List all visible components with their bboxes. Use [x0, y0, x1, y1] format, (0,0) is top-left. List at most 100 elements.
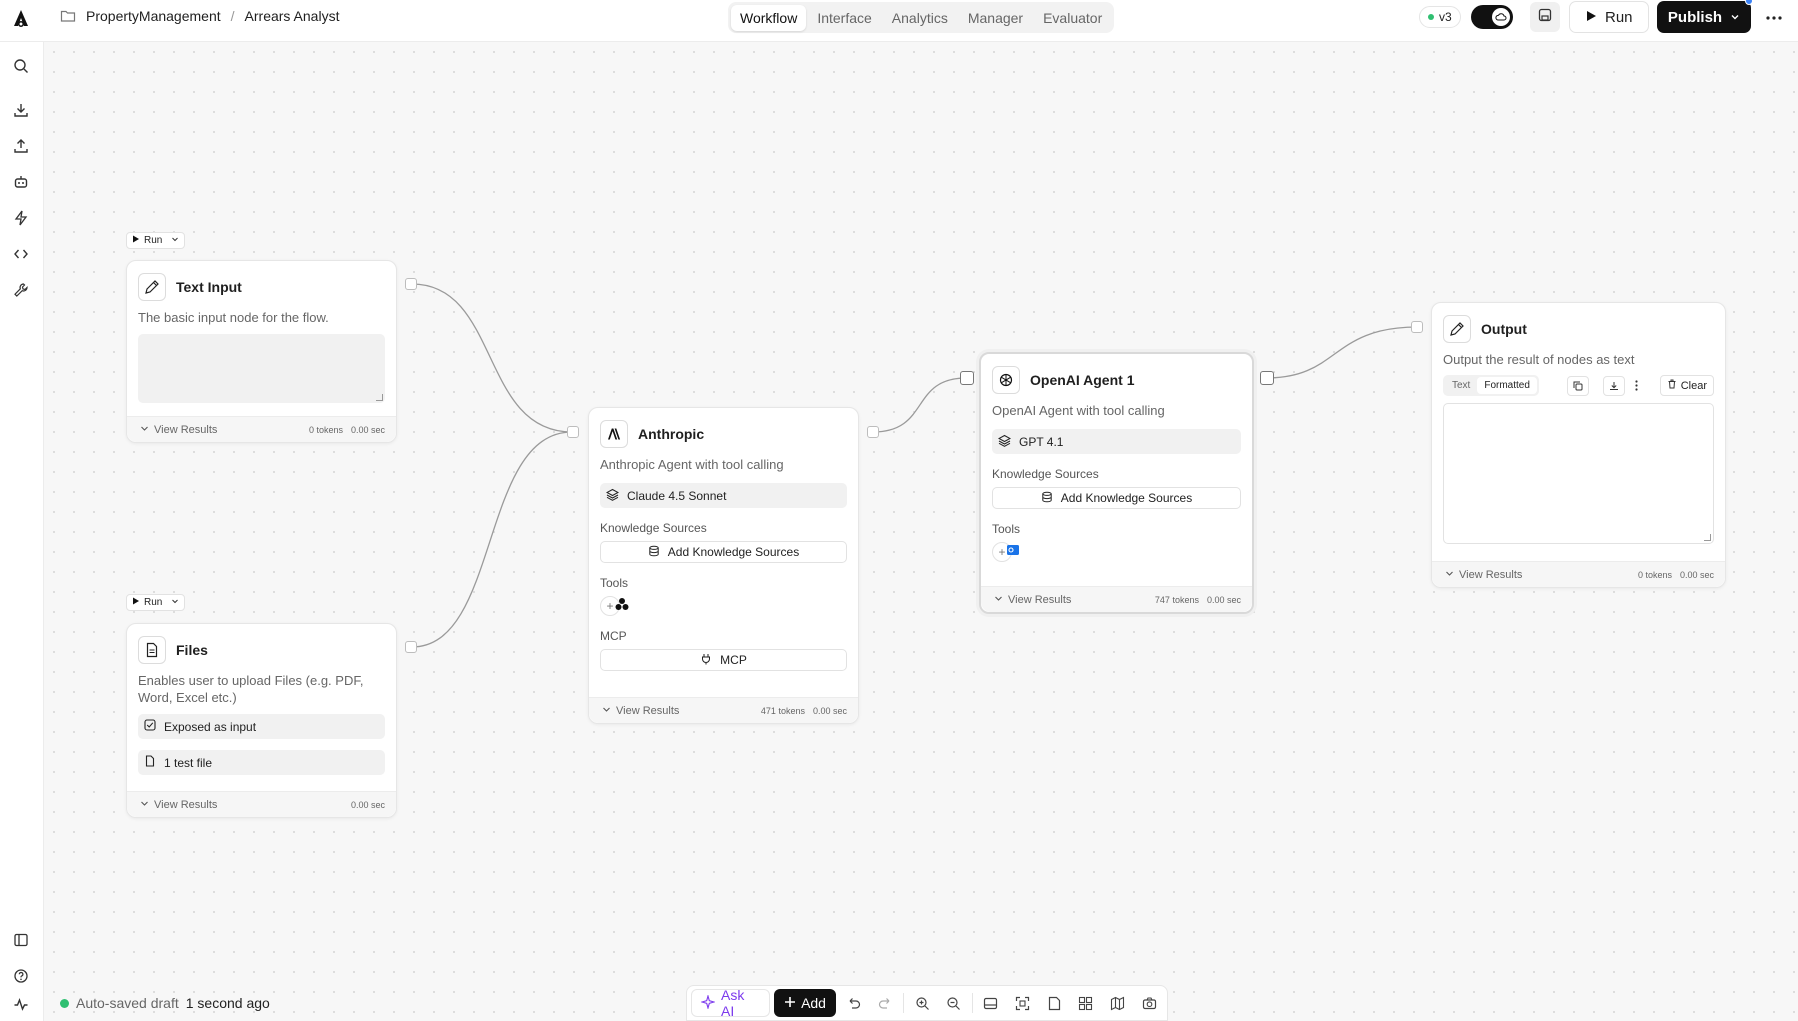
token-count: 471 tokens: [760, 705, 805, 716]
model-selector[interactable]: GPT 4.1: [992, 429, 1241, 454]
download-icon[interactable]: [1602, 375, 1625, 396]
files-node[interactable]: Files Enables user to upload Files (e.g.…: [126, 623, 397, 818]
save-button[interactable]: [1530, 2, 1560, 32]
input-handle[interactable]: [1411, 321, 1423, 333]
upload-icon[interactable]: [11, 136, 31, 156]
tool-integration-icon[interactable]: [614, 596, 630, 617]
zoom-out-icon[interactable]: [940, 989, 968, 1017]
breadcrumb-workflow[interactable]: Arrears Analyst: [245, 8, 340, 24]
camera-icon[interactable]: [1135, 989, 1163, 1017]
ask-ai-label: Ask AI: [721, 987, 745, 1019]
version-status-dot: [1428, 14, 1434, 20]
panel-icon[interactable]: [11, 930, 31, 950]
run-button[interactable]: Run: [1569, 1, 1649, 33]
output-handle[interactable]: [867, 426, 879, 438]
version-badge[interactable]: v3: [1419, 6, 1461, 28]
uploaded-file-item[interactable]: 1 test file: [138, 750, 385, 775]
ask-ai-button[interactable]: Ask AI: [691, 987, 771, 1019]
view-results-toggle[interactable]: View Results: [140, 799, 217, 811]
output-handle[interactable]: [405, 641, 417, 653]
copy-icon[interactable]: [1566, 375, 1589, 396]
openai-logo-icon: [992, 366, 1020, 394]
tab-manager[interactable]: Manager: [959, 5, 1032, 31]
redo-icon[interactable]: [872, 989, 900, 1017]
help-icon[interactable]: [11, 966, 31, 986]
clear-button[interactable]: Clear: [1659, 375, 1714, 396]
output-node[interactable]: Output Output the result of nodes as tex…: [1431, 302, 1726, 588]
more-options-icon[interactable]: [1764, 8, 1784, 28]
output-handle[interactable]: [1260, 371, 1274, 385]
files-run-chip[interactable]: Run: [126, 594, 186, 611]
search-icon[interactable]: [11, 56, 31, 76]
text-input-node[interactable]: Text Input The basic input node for the …: [126, 260, 397, 443]
tab-interface[interactable]: Interface: [808, 5, 880, 31]
node-footer: View Results 0 tokens 0.00 sec: [1432, 561, 1725, 587]
resize-handle[interactable]: [1704, 534, 1711, 541]
view-results-toggle[interactable]: View Results: [140, 424, 217, 436]
mcp-button[interactable]: MCP: [600, 649, 847, 671]
openai-agent-node[interactable]: OpenAI Agent 1 OpenAI Agent with tool ca…: [979, 352, 1254, 614]
run-time: 0.00 sec: [350, 424, 385, 435]
note-icon[interactable]: [1040, 989, 1068, 1017]
publish-button[interactable]: Publish: [1657, 0, 1753, 33]
grid-icon[interactable]: [1072, 989, 1100, 1017]
trash-icon: [1667, 379, 1677, 392]
run-chip-label: Run: [144, 235, 163, 246]
fit-view-icon[interactable]: [1008, 989, 1036, 1017]
view-tabs: Workflow Interface Analytics Manager Eva…: [728, 2, 1115, 33]
resize-handle[interactable]: [376, 394, 383, 401]
tab-evaluator[interactable]: Evaluator: [1034, 5, 1111, 31]
layers-icon: [605, 488, 620, 504]
node-title: OpenAI Agent 1: [1030, 372, 1135, 388]
breadcrumb: PropertyManagement / Arrears Analyst: [60, 8, 339, 24]
model-selector[interactable]: Claude 4.5 Sonnet: [600, 483, 847, 508]
breadcrumb-project[interactable]: PropertyManagement: [86, 8, 221, 24]
text-input-run-chip[interactable]: Run: [126, 232, 186, 249]
bot-icon[interactable]: [11, 172, 31, 192]
input-handle[interactable]: [960, 371, 974, 385]
wrench-icon[interactable]: [11, 280, 31, 300]
undo-icon[interactable]: [840, 989, 868, 1017]
view-results-toggle[interactable]: View Results: [1445, 569, 1522, 581]
node-title: Anthropic: [638, 426, 705, 442]
tools-label: Tools: [992, 522, 1021, 536]
layout-icon[interactable]: [977, 989, 1005, 1017]
add-node-button[interactable]: Add: [774, 989, 836, 1017]
output-handle[interactable]: [405, 278, 417, 290]
view-results-label: View Results: [616, 704, 680, 717]
code-icon[interactable]: [11, 244, 31, 264]
outlook-tool-icon[interactable]: [1006, 543, 1020, 562]
exposed-as-input-checkbox[interactable]: Exposed as input: [138, 714, 385, 739]
download-icon[interactable]: [11, 100, 31, 120]
tab-workflow[interactable]: Workflow: [731, 4, 807, 31]
top-bar: PropertyManagement / Arrears Analyst Wor…: [0, 0, 1798, 42]
add-knowledge-sources-button[interactable]: Add Knowledge Sources: [600, 541, 847, 563]
view-results-toggle[interactable]: View Results: [602, 705, 679, 717]
activity-icon[interactable]: [11, 994, 31, 1014]
chevron-down-icon: [140, 799, 149, 811]
autosave-time: 1 second ago: [185, 995, 270, 1011]
output-text-area[interactable]: [1443, 403, 1714, 544]
lightning-icon[interactable]: [11, 208, 31, 228]
run-time: 0.00 sec: [350, 799, 385, 810]
chevron-down-icon: [1445, 569, 1454, 581]
play-icon: [132, 235, 140, 246]
tab-text[interactable]: Text: [1445, 377, 1477, 394]
sparkle-icon: [699, 993, 717, 1012]
zoom-in-icon[interactable]: [908, 989, 936, 1017]
input-handle[interactable]: [567, 426, 579, 438]
version-label: v3: [1439, 10, 1452, 24]
view-results-toggle[interactable]: View Results: [994, 594, 1071, 606]
text-input-field[interactable]: [138, 334, 385, 403]
plus-icon: [784, 995, 796, 1011]
node-footer: View Results 0 tokens 0.00 sec: [127, 416, 396, 442]
tab-analytics[interactable]: Analytics: [883, 5, 957, 31]
add-knowledge-sources-button[interactable]: Add Knowledge Sources: [992, 487, 1241, 509]
more-options-icon[interactable]: [1630, 375, 1643, 396]
minimap-icon[interactable]: [1104, 989, 1132, 1017]
toolbar-divider: [903, 993, 905, 1013]
anthropic-agent-node[interactable]: Anthropic Anthropic Agent with tool call…: [588, 407, 859, 724]
theme-toggle[interactable]: [1471, 5, 1513, 29]
app-logo-icon[interactable]: [10, 8, 32, 30]
tab-formatted[interactable]: Formatted: [1477, 377, 1537, 394]
